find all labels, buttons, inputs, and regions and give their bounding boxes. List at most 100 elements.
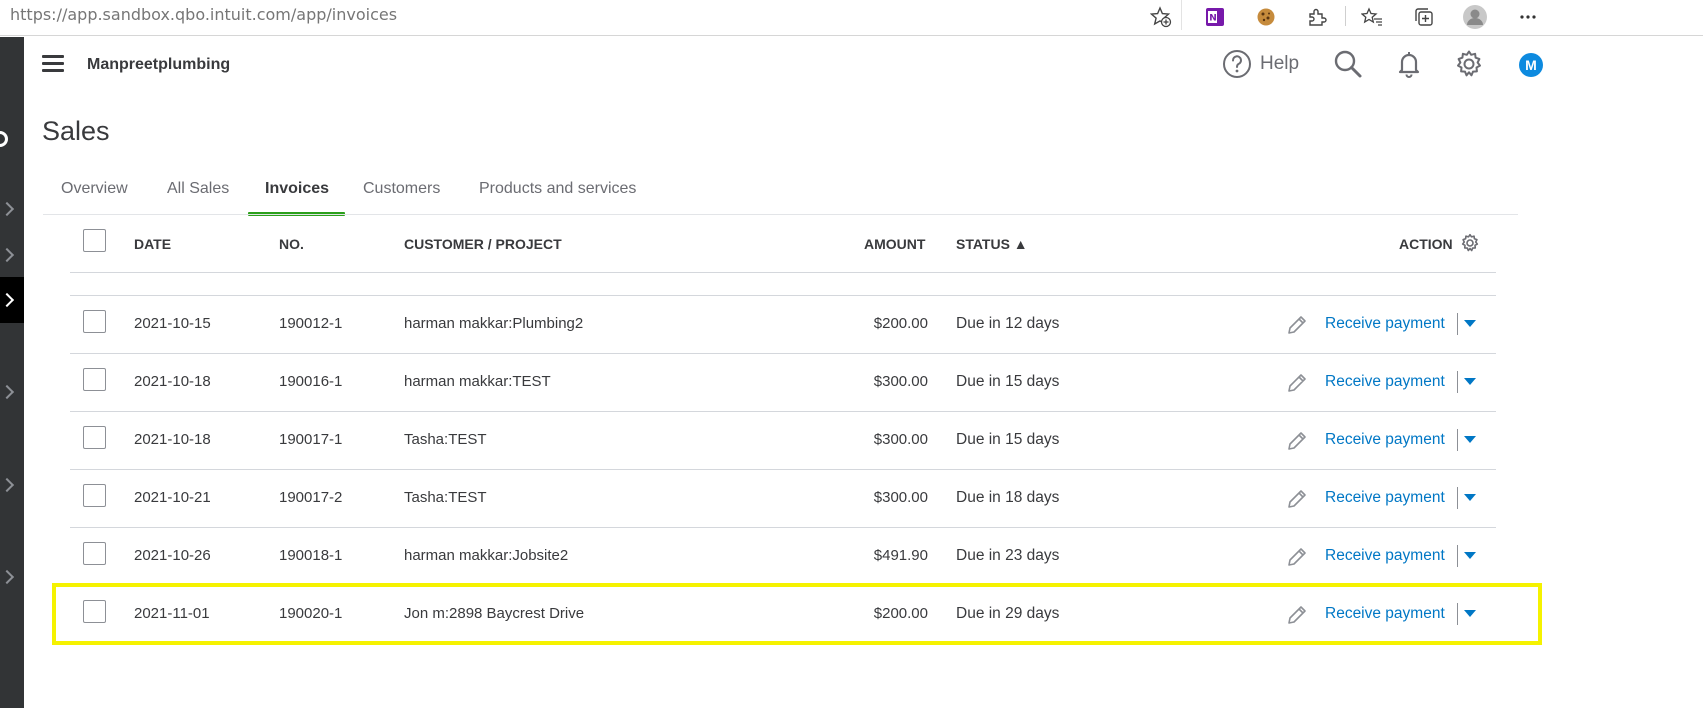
left-nav-strip [0,37,24,708]
cell-amount: $200.00 [873,315,928,332]
svg-text:N: N [1209,14,1217,24]
receive-payment-link[interactable]: Receive payment [1325,315,1445,333]
row-checkbox[interactable] [83,542,106,565]
edit-pencil-icon[interactable] [1285,487,1309,511]
table-row[interactable]: 2021-11-01 190020-1 Jon m:2898 Baycrest … [70,586,1496,644]
cell-status: Due in 18 days [956,489,1060,506]
onenote-extension-icon[interactable]: N [1202,4,1228,30]
action-dropdown-caret-icon[interactable] [1464,320,1476,327]
help-icon [1223,50,1251,78]
nav-chevron-icon[interactable] [0,569,15,585]
cell-no: 190016-1 [279,373,343,390]
receive-payment-link[interactable]: Receive payment [1325,489,1445,507]
cell-customer: harman makkar:TEST [404,373,551,390]
settings-gear-icon[interactable] [1453,48,1485,80]
cell-no: 190020-1 [279,605,343,622]
more-options-icon[interactable] [1515,4,1541,30]
nav-chevron-icon[interactable] [0,247,15,263]
tab-products-and-services[interactable]: Products and services [479,180,636,216]
add-favorite-icon[interactable] [1148,4,1174,30]
cell-amount: $491.90 [873,547,928,564]
cell-amount: $200.00 [873,605,928,622]
action-separator [1457,313,1458,335]
select-all-checkbox[interactable] [83,229,106,252]
cell-customer: Tasha:TEST [404,431,487,448]
browser-toolbar: https://app.sandbox.qbo.intuit.com/app/i… [0,0,1703,36]
action-separator [1457,603,1458,625]
row-checkbox[interactable] [83,600,106,623]
address-bar[interactable]: https://app.sandbox.qbo.intuit.com/app/i… [0,0,1182,30]
url-text[interactable]: https://app.sandbox.qbo.intuit.com/app/i… [10,5,397,24]
action-separator [1457,545,1458,567]
action-separator [1457,487,1458,509]
help-button[interactable]: Help [1222,49,1299,79]
cell-no: 190017-1 [279,431,343,448]
cell-amount: $300.00 [873,489,928,506]
action-separator [1457,429,1458,451]
cell-date: 2021-10-26 [134,547,211,564]
row-checkbox[interactable] [83,484,106,507]
table-row[interactable]: 2021-10-18 190017-1 Tasha:TEST $300.00 D… [70,412,1496,470]
edit-pencil-icon[interactable] [1285,371,1309,395]
tab-invoices[interactable]: Invoices [265,180,329,216]
edit-pencil-icon[interactable] [1285,603,1309,627]
edit-pencil-icon[interactable] [1285,429,1309,453]
tab-all-sales[interactable]: All Sales [167,180,229,216]
action-dropdown-caret-icon[interactable] [1464,610,1476,617]
nav-chevron-icon[interactable] [0,384,15,400]
cell-no: 190018-1 [279,547,343,564]
cell-date: 2021-10-15 [134,315,211,332]
menu-icon[interactable] [42,55,64,73]
user-avatar[interactable]: M [1519,53,1543,77]
edit-pencil-icon[interactable] [1285,313,1309,337]
cell-status: Due in 29 days [956,605,1060,622]
row-checkbox[interactable] [83,426,106,449]
url-host: https://app.sandbox.qbo.intuit.com [10,5,291,24]
column-header-no[interactable]: NO. [279,236,304,252]
edit-pencil-icon[interactable] [1285,545,1309,569]
action-dropdown-caret-icon[interactable] [1464,436,1476,443]
table-row[interactable]: 2021-10-18 190016-1 harman makkar:TEST $… [70,354,1496,412]
company-name: Manpreetplumbing [87,56,231,73]
profile-icon[interactable] [1462,4,1488,30]
nav-chevron-icon[interactable] [0,201,15,217]
action-dropdown-caret-icon[interactable] [1464,378,1476,385]
cell-status: Due in 15 days [956,431,1060,448]
action-dropdown-caret-icon[interactable] [1464,552,1476,559]
nav-chevron-icon [0,292,15,308]
table-row-partial [70,273,1496,296]
tab-overview[interactable]: Overview [61,180,128,216]
nav-active-item[interactable] [0,277,24,323]
row-checkbox[interactable] [83,368,106,391]
cookie-extension-icon[interactable] [1253,4,1279,30]
help-label: Help [1260,53,1300,74]
column-header-amount[interactable]: AMOUNT [864,236,925,252]
invoices-table: DATE NO. CUSTOMER / PROJECT AMOUNT STATU… [70,216,1496,646]
search-icon[interactable] [1332,48,1364,80]
column-header-date[interactable]: DATE [134,236,171,252]
extensions-icon[interactable] [1304,4,1330,30]
table-row[interactable]: 2021-10-26 190018-1 harman makkar:Jobsit… [70,528,1496,586]
cell-customer: Tasha:TEST [404,489,487,506]
cell-no: 190017-2 [279,489,343,506]
page-title: Sales [42,116,110,146]
favorites-icon[interactable] [1359,4,1385,30]
column-header-status[interactable]: STATUS ▲ [956,236,1028,252]
action-dropdown-caret-icon[interactable] [1464,494,1476,501]
column-header-customer[interactable]: CUSTOMER / PROJECT [404,236,562,252]
table-row[interactable]: 2021-10-21 190017-2 Tasha:TEST $300.00 D… [70,470,1496,528]
cell-status: Due in 23 days [956,547,1060,564]
collections-icon[interactable] [1411,4,1437,30]
receive-payment-link[interactable]: Receive payment [1325,431,1445,449]
table-row[interactable]: 2021-10-15 190012-1 harman makkar:Plumbi… [70,296,1496,354]
receive-payment-link[interactable]: Receive payment [1325,373,1445,391]
notifications-bell-icon[interactable] [1393,48,1425,80]
table-settings-gear-icon[interactable] [1460,233,1480,253]
tab-customers[interactable]: Customers [363,180,440,216]
row-checkbox[interactable] [83,310,106,333]
nav-chevron-icon[interactable] [0,477,15,493]
right-gutter [1545,37,1703,708]
receive-payment-link[interactable]: Receive payment [1325,547,1445,565]
cell-customer: Jon m:2898 Baycrest Drive [404,605,585,622]
receive-payment-link[interactable]: Receive payment [1325,605,1445,623]
